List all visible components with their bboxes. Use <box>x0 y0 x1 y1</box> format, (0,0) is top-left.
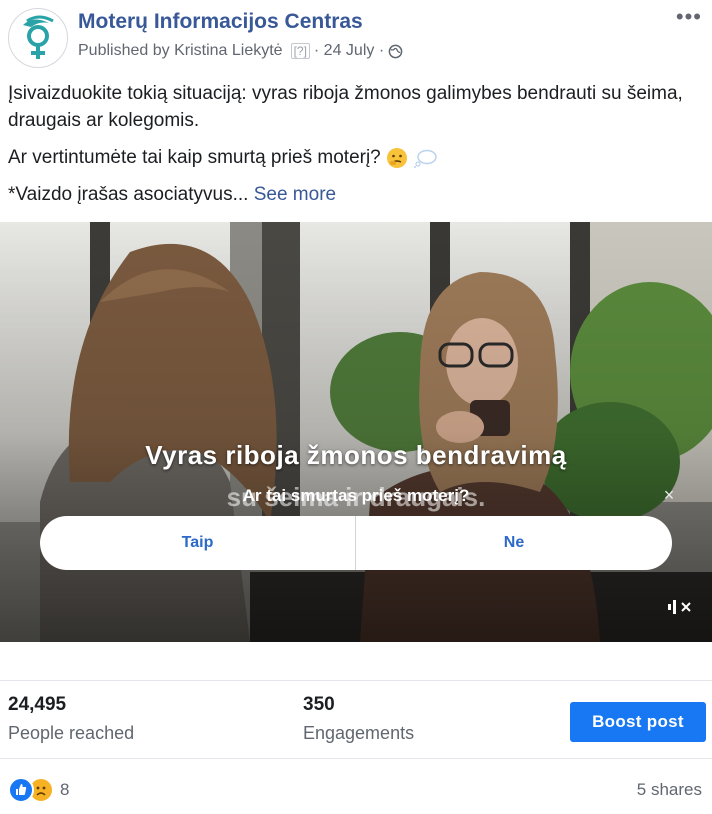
thinking-face-icon <box>387 147 408 168</box>
poll-no-button[interactable]: Ne <box>356 516 672 570</box>
video-title-line-1: Vyras riboja žmonos bendravimą <box>145 440 567 470</box>
post-header: Moterų Informacijos Centras Published by… <box>0 0 712 72</box>
stats-divider <box>0 680 712 681</box>
page-avatar[interactable] <box>8 8 68 68</box>
engagements-value: 350 <box>303 694 335 715</box>
post-note-text: *Vaizdo įrašas asociatyvus... <box>8 184 249 205</box>
mute-icon[interactable] <box>664 596 698 618</box>
published-by[interactable]: Published by Kristina Liekytė <box>78 42 283 60</box>
post-meta: Published by Kristina Liekytė [?] · 24 J… <box>78 42 403 60</box>
globe-icon <box>388 44 403 58</box>
post-date[interactable]: · 24 July · <box>314 42 384 60</box>
video-player[interactable] <box>0 222 712 642</box>
shares-count[interactable]: 5 shares <box>637 780 702 800</box>
video-frame <box>0 222 712 642</box>
post-line-2: Ar vertintumėte tai kaip smurtą prieš mo… <box>8 144 698 171</box>
reactions-divider <box>0 758 712 759</box>
more-options-icon[interactable]: ••• <box>676 6 702 28</box>
engagements-label: Engagements <box>303 723 415 743</box>
poll-yes-button[interactable]: Taip <box>40 516 356 570</box>
boost-post-button[interactable]: Boost post <box>570 702 706 742</box>
see-more-link[interactable]: See more <box>254 184 336 205</box>
help-mark[interactable]: [?] <box>290 43 310 59</box>
page-name-link[interactable]: Moterų Informacijos Centras <box>78 10 363 34</box>
post-text: Įsivaizduokite tokią situaciją: vyras ri… <box>8 80 698 218</box>
post-question-text: Ar vertintumėte tai kaip smurtą prieš mo… <box>8 147 381 168</box>
poll-question: Ar tai smurtas prieš moterį? <box>242 486 470 505</box>
poll-options: Taip Ne <box>40 516 672 570</box>
post-line-3: *Vaizdo įrašas asociatyvus... See more <box>8 181 698 208</box>
reaction-count: 8 <box>60 780 70 799</box>
reactions-summary[interactable]: 8 <box>8 777 70 803</box>
people-reached-value: 24,495 <box>8 694 67 715</box>
venus-logo-icon <box>10 10 66 66</box>
post-line-1: Įsivaizduokite tokią situaciją: vyras ri… <box>8 83 683 131</box>
poll-close-icon[interactable]: × <box>660 486 678 504</box>
like-reaction-icon <box>8 777 34 803</box>
people-reached-label: People reached <box>8 723 135 743</box>
thought-balloon-icon <box>414 149 438 168</box>
